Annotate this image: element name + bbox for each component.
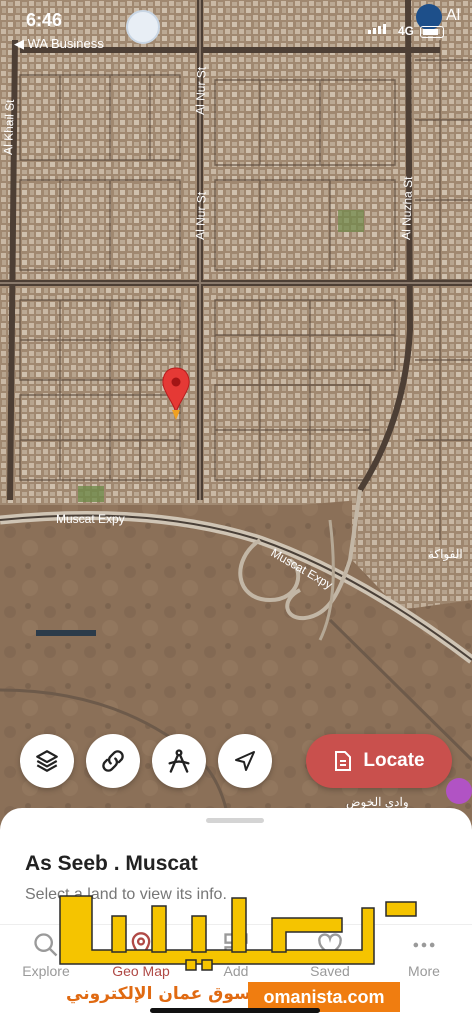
street-label-al-nur-north: Al Nur St [193,66,209,115]
network-type: 4G [398,24,415,38]
status-bar: 6:46 ◀ WA Business 4G [0,0,472,56]
assistant-bubble-icon[interactable] [446,778,472,804]
document-icon [335,751,352,771]
battery-icon [420,26,444,38]
graduation-cap-icon [126,10,160,44]
street-label-al-nur-south: Al Nur St [193,191,209,240]
place-name: As Seeb . Muscat [25,852,198,875]
street-label-al-nuzha: Al Nuzha St [399,176,415,240]
locate-button[interactable]: Locate [306,734,452,788]
street-label-muscat-expy-left: Muscat Expy [56,512,125,526]
street-label-al-khail: Al Khail St [1,99,17,155]
home-indicator [150,1008,320,1013]
back-to-app-link[interactable]: ◀ WA Business [14,36,104,52]
measure-button[interactable] [152,734,206,788]
poi-label-wadi: وادي الخوض [346,795,409,809]
watermark-tagline: سوق عمان الإلكتروني [66,984,251,1004]
sheet-drag-handle[interactable] [206,818,264,823]
link-icon [102,750,124,772]
status-time: 6:46 [26,10,63,30]
compass-measure-icon [168,749,190,773]
locate-button-label: Locate [363,750,425,771]
navigation-arrow-icon [235,751,255,771]
layers-icon [36,750,58,772]
signal-icon [368,24,386,34]
omanista-watermark-logo [59,895,417,971]
my-location-button[interactable] [218,734,272,788]
poi-label-fawaka: الفواكة [428,547,463,561]
layers-button[interactable] [20,734,74,788]
share-link-button[interactable] [86,734,140,788]
